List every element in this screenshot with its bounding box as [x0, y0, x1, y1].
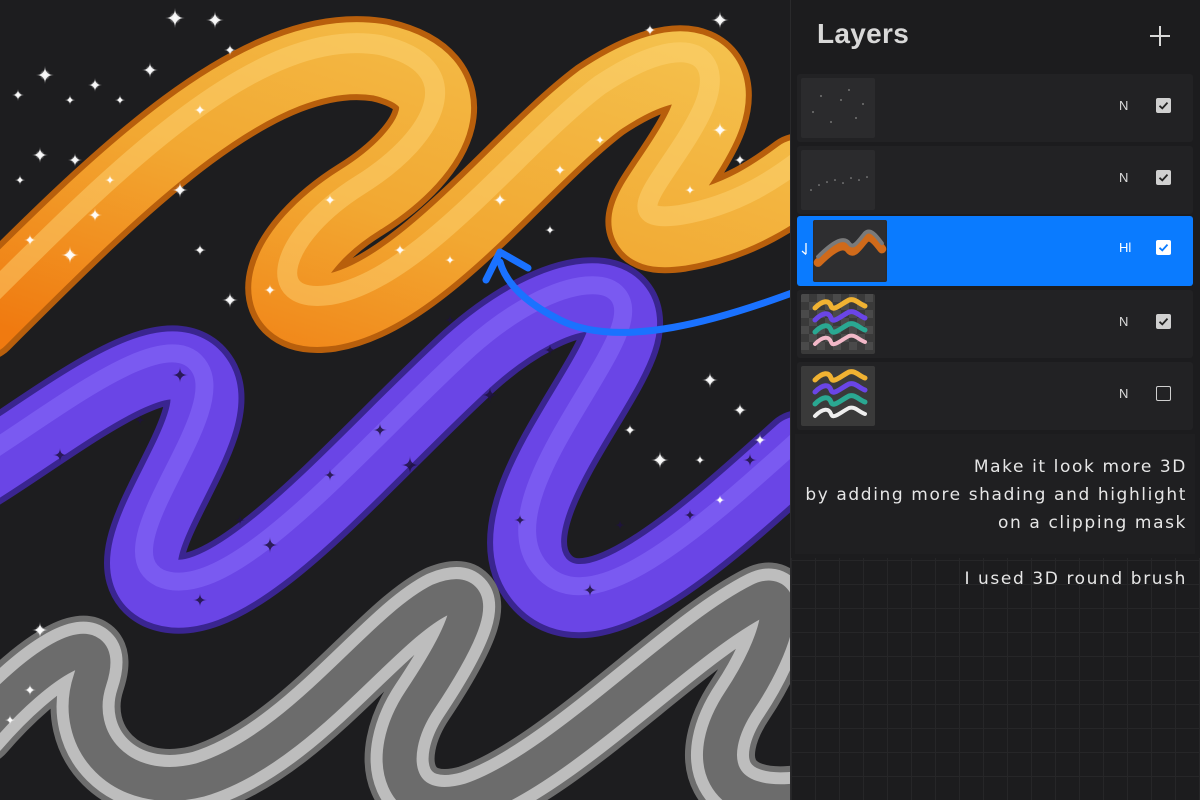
note-line: by adding more shading and highlight — [805, 485, 1187, 505]
layer-thumbnail — [801, 294, 875, 354]
sparkle-glow — [225, 295, 235, 305]
blend-mode-label[interactable]: N — [1119, 386, 1128, 401]
blend-mode-label[interactable]: N — [1119, 314, 1128, 329]
blend-mode-label[interactable]: Hl — [1119, 240, 1131, 255]
sparkle-glow — [326, 196, 334, 204]
note-line: I used 3D round brush — [964, 569, 1187, 589]
visibility-checkbox[interactable] — [1156, 98, 1171, 113]
sparkle-glow — [495, 195, 505, 205]
sparkle-glow — [17, 177, 23, 183]
sparkle-glow — [735, 405, 745, 415]
sparkle-glow — [687, 187, 693, 193]
sparkle-glow — [26, 236, 34, 244]
sparkle-glow — [654, 454, 666, 466]
sparkle-glow — [226, 46, 234, 54]
layer-thumbnail — [813, 220, 887, 282]
sparkle-glow — [90, 210, 100, 220]
sparkle-glow — [196, 106, 204, 114]
sparkle-glow — [597, 137, 603, 143]
sparkle-glow — [7, 717, 13, 723]
sparkle-glow — [35, 625, 45, 635]
layer-row[interactable]: N — [797, 74, 1193, 142]
note-line: on a clipping mask — [998, 513, 1187, 533]
layer-row[interactable]: N — [797, 362, 1193, 430]
sparkle-glow — [646, 26, 654, 34]
layer-row[interactable]: N — [797, 290, 1193, 358]
sparkle-glow — [717, 497, 723, 503]
sparkle-glow — [547, 227, 553, 233]
sparkle-glow — [175, 185, 185, 195]
sparkle-glow — [209, 14, 221, 26]
sparkle-glow — [169, 12, 181, 24]
sparkle-glow — [715, 125, 725, 135]
sparkle-glow — [705, 375, 715, 385]
layers-panel: Layers N N Hl N N Make it look more 3D b… — [790, 0, 1200, 800]
sparkle-glow — [67, 97, 73, 103]
visibility-checkbox[interactable] — [1156, 240, 1171, 255]
blend-mode-label[interactable]: N — [1119, 98, 1128, 113]
layer-thumbnail — [801, 150, 875, 210]
layer-thumbnail — [801, 78, 875, 138]
sparkle-glow — [556, 166, 564, 174]
checkmark-icon — [1158, 243, 1169, 252]
layer-thumbnail — [801, 366, 875, 426]
visibility-checkbox[interactable] — [1156, 386, 1171, 401]
sparkle-glow — [26, 686, 34, 694]
sparkle-glow — [756, 436, 764, 444]
sparkle-glow — [64, 249, 76, 261]
plus-icon — [1150, 26, 1170, 46]
checkmark-icon — [1158, 101, 1169, 110]
note-line: Make it look more 3D — [973, 457, 1187, 477]
sparkle-glow — [90, 80, 100, 90]
sparkle-glow — [35, 150, 45, 160]
sparkle-glow — [736, 156, 744, 164]
blend-mode-label[interactable]: N — [1119, 170, 1128, 185]
checkmark-icon — [1158, 317, 1169, 326]
checkmark-icon — [1158, 173, 1169, 182]
sparkle-glow — [107, 177, 113, 183]
panel-title: Layers — [817, 18, 910, 49]
sparkle-glow — [447, 257, 453, 263]
sparkle-glow — [266, 286, 274, 294]
sparkle-glow — [396, 246, 404, 254]
clipping-mask-icon — [801, 243, 807, 255]
sparkle-glow — [714, 14, 726, 26]
visibility-checkbox[interactable] — [1156, 314, 1171, 329]
sparkle-glow — [145, 65, 155, 75]
layer-row[interactable]: N — [797, 146, 1193, 214]
sparkle-glow — [117, 97, 123, 103]
visibility-checkbox[interactable] — [1156, 170, 1171, 185]
sparkle-glow — [39, 69, 51, 81]
layer-row-selected[interactable]: Hl — [797, 216, 1193, 286]
sparkle-glow — [626, 426, 634, 434]
sparkle-glow — [196, 246, 204, 254]
add-layer-button[interactable] — [1146, 20, 1174, 52]
sparkle-glow — [697, 457, 703, 463]
sparkle-glow — [14, 91, 22, 99]
sparkle-glow — [70, 155, 80, 165]
